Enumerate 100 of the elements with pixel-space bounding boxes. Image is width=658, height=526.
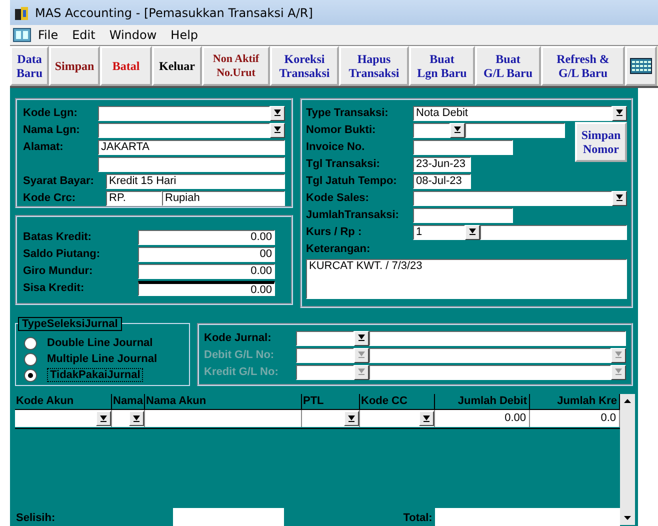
dropdown-button[interactable]: [270, 106, 285, 120]
input-field[interactable]: [413, 140, 513, 154]
table-cell[interactable]: [15, 410, 112, 427]
field-label: Kredit G/L No:: [204, 366, 280, 378]
menu-item[interactable]: File: [31, 28, 66, 42]
column-header: Jumlah Debit: [435, 394, 530, 409]
dropdown-button[interactable]: [129, 411, 144, 426]
input-field[interactable]: [413, 190, 612, 206]
input-field[interactable]: 0.00: [138, 264, 275, 278]
dropdown-button[interactable]: [611, 364, 626, 380]
toolbar-button[interactable]: Refresh & G/L Baru: [541, 46, 625, 86]
total-label: Total:: [402, 512, 434, 524]
dropdown-button[interactable]: [612, 190, 627, 206]
input-field[interactable]: [98, 106, 270, 120]
field-label: Kode Crc:: [23, 192, 77, 204]
dropdown-button[interactable]: [611, 348, 626, 362]
input-field[interactable]: [369, 330, 626, 346]
input-field[interactable]: [296, 348, 354, 362]
dropdown-button[interactable]: [354, 330, 369, 346]
input-field[interactable]: [98, 156, 285, 172]
table-cell[interactable]: 0.00: [435, 410, 530, 427]
toolbar-button[interactable]: Hapus Transaksi: [339, 46, 409, 86]
dropdown-arrow-icon: [100, 414, 107, 422]
window-title: MAS Accounting - [Pemasukkan Transaksi A/R]: [35, 6, 313, 20]
menu-item[interactable]: Edit: [65, 28, 102, 42]
radio-button[interactable]: [24, 336, 37, 350]
dropdown-button[interactable]: [344, 411, 359, 426]
input-field[interactable]: Nota Debit: [413, 106, 612, 120]
toolbar-button[interactable]: Batal: [100, 46, 152, 86]
toolbar-button[interactable]: Non Aktif No.Urut: [202, 46, 270, 86]
dropdown-button[interactable]: [465, 224, 480, 240]
text-area[interactable]: KURCAT KWT. / 7/3/23: [306, 259, 627, 299]
simpan-nomor-button[interactable]: Simpan Nomor: [575, 122, 627, 162]
document-icon[interactable]: [13, 28, 31, 42]
input-field[interactable]: [413, 208, 513, 222]
calculator-button[interactable]: [625, 46, 657, 86]
radio-button[interactable]: [24, 352, 37, 366]
toolbar-button[interactable]: Buat G/L Baru: [475, 46, 541, 86]
input-field[interactable]: 08-Jul-23: [413, 174, 471, 188]
field-label: Saldo Piutang:: [23, 248, 101, 260]
radio-label: Double Line Journal: [47, 337, 153, 349]
scrollbar[interactable]: [620, 394, 635, 525]
dropdown-button[interactable]: [96, 411, 111, 426]
input-field[interactable]: [296, 330, 354, 346]
dropdown-arrow-icon: [615, 351, 622, 359]
input-field[interactable]: 1: [413, 224, 465, 240]
dropdown-arrow-icon: [274, 126, 281, 134]
input-field[interactable]: 0.00: [138, 230, 275, 244]
table-cell[interactable]: [360, 410, 435, 427]
toolbar-button[interactable]: Koreksi Transaksi: [270, 46, 339, 86]
field-label: Nomor Bukti:: [306, 124, 377, 136]
input-field[interactable]: 00: [138, 246, 275, 262]
field-label: Type Transaksi:: [306, 107, 390, 119]
dropdown-arrow-icon: [348, 414, 355, 422]
dropdown-button[interactable]: [354, 348, 369, 362]
calculator-icon: [630, 58, 652, 74]
input-field[interactable]: [413, 122, 450, 138]
menu-item[interactable]: Window: [102, 28, 164, 42]
toolbar-button[interactable]: Data Baru: [10, 46, 49, 86]
toolbar-button[interactable]: Keluar: [152, 46, 202, 86]
radio-button[interactable]: [24, 368, 37, 382]
field-label: Kurs / Rp :: [306, 226, 363, 238]
input-field[interactable]: [480, 224, 627, 240]
input-field[interactable]: [296, 364, 354, 380]
table-cell[interactable]: [145, 410, 302, 427]
input-field[interactable]: Kredit 15 Hari: [106, 174, 285, 188]
table-cell[interactable]: 0.0: [530, 410, 620, 427]
column-header: PTL: [302, 394, 360, 409]
input-field[interactable]: 0.00: [138, 280, 275, 296]
toolbar-button[interactable]: Buat Lgn Baru: [409, 46, 475, 86]
dropdown-button[interactable]: [419, 411, 434, 426]
field-label: Kode Sales:: [306, 192, 370, 204]
field-label: Sisa Kredit:: [23, 282, 86, 294]
dropdown-button[interactable]: [450, 122, 465, 138]
dropdown-arrow-icon: [615, 368, 622, 376]
dropdown-arrow-icon: [358, 334, 365, 342]
table-cell[interactable]: [112, 410, 145, 427]
column-header: Nama Akun: [145, 394, 302, 409]
dropdown-button[interactable]: [612, 106, 627, 120]
dropdown-button[interactable]: [270, 122, 285, 138]
input-field[interactable]: 23-Jun-23: [413, 156, 471, 172]
field-label: Invoice No.: [306, 141, 366, 153]
input-field[interactable]: [369, 348, 611, 362]
field-label: Tgl Transaksi:: [306, 158, 381, 170]
dropdown-arrow-icon: [616, 194, 623, 202]
input-field[interactable]: [98, 122, 270, 138]
column-header: Kode CC: [360, 394, 435, 409]
toolbar-button[interactable]: Simpan: [49, 46, 100, 86]
input-field[interactable]: [369, 364, 611, 380]
field-label: Debit G/L No:: [204, 349, 276, 361]
field-label: Kode Lgn:: [23, 107, 78, 119]
input-field[interactable]: Rupiah: [162, 190, 285, 206]
input-field[interactable]: RP.: [106, 190, 162, 206]
input-field[interactable]: [465, 122, 565, 138]
table-cell[interactable]: [302, 410, 360, 427]
dropdown-button[interactable]: [354, 364, 369, 380]
input-field[interactable]: JAKARTA: [98, 140, 285, 154]
column-header: Kode Akun: [15, 394, 112, 409]
selisih-label: Selisih:: [15, 512, 56, 524]
menu-item[interactable]: Help: [164, 28, 206, 42]
